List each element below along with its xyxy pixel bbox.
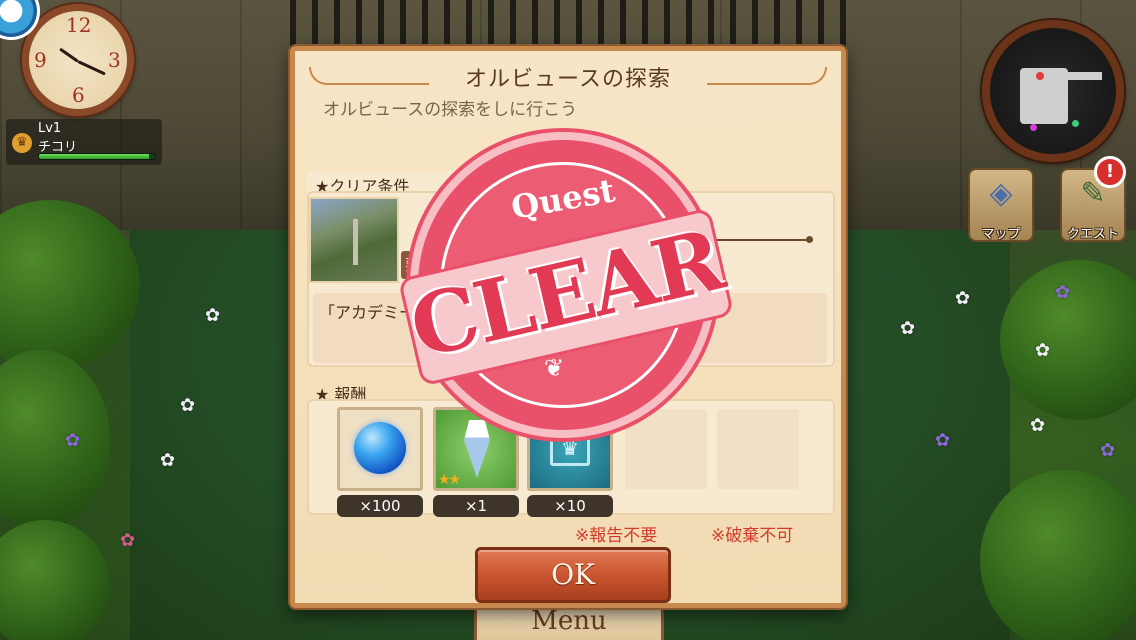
crown-icon: ♛ — [550, 430, 590, 466]
flower-icon: ✿ — [1100, 440, 1116, 461]
stamp-ornament-icon: ❦ — [544, 354, 565, 382]
reward-count: ×100 — [337, 495, 423, 517]
bush — [0, 520, 110, 640]
reward-slot-blue-orb[interactable] — [337, 407, 423, 491]
minimap-marker — [1030, 124, 1037, 131]
flower-icon: ✿ — [180, 395, 196, 416]
minimap-room — [1020, 68, 1068, 124]
condition-description: 「アカデミー — [319, 303, 416, 322]
quest-subtitle: オルビュースの探索をしに行こう — [323, 100, 578, 120]
player-level: Lv1 — [38, 121, 62, 136]
flower-icon: ✿ — [160, 450, 176, 471]
flower-icon: ✿ — [935, 430, 951, 451]
reward-count: ×10 — [527, 495, 613, 517]
quest-button-label: クエスト — [1066, 227, 1119, 242]
clock-widget: 12 3 6 9 — [22, 4, 134, 116]
tower-silhouette — [353, 219, 358, 265]
no-discard-note: ※破棄不可 — [711, 526, 794, 546]
minimap-marker — [1072, 120, 1079, 127]
flower-icon: ✿ — [65, 430, 81, 451]
crown-icon: ♛ — [12, 133, 32, 153]
player-hp-bar — [38, 153, 156, 160]
clock-number: 12 — [66, 13, 92, 37]
map-button[interactable]: ◈ マップ — [968, 168, 1034, 242]
no-report-note: ※報告不要 — [575, 526, 658, 546]
clock-minute-hand — [77, 60, 106, 76]
flower-icon: ✿ — [205, 305, 221, 326]
blue-orb-icon — [354, 422, 406, 474]
location-thumbnail — [309, 197, 399, 283]
clock-number: 3 — [108, 48, 121, 72]
flower-icon: ✿ — [1055, 282, 1071, 303]
flower-icon: ✿ — [1035, 340, 1051, 361]
flower-icon: ✿ — [955, 288, 971, 309]
map-button-label: マップ — [981, 227, 1021, 242]
reward-slot-empty — [717, 409, 799, 489]
flower-icon: ✿ — [120, 530, 136, 551]
player-hp-fill — [39, 154, 150, 159]
minimap-corridor — [1062, 72, 1102, 80]
quest-alert-badge: ! — [1094, 156, 1126, 188]
reward-count: ×1 — [433, 495, 519, 517]
bush — [0, 350, 110, 530]
clock-hour-hand — [59, 47, 79, 63]
rarity-stars: ★★ — [438, 472, 461, 488]
minimap-player-marker — [1036, 72, 1044, 80]
ok-button[interactable]: OK — [475, 547, 671, 603]
flower-icon: ✿ — [1030, 415, 1046, 436]
map-icon: ◈ — [989, 176, 1013, 211]
clock-number: 6 — [72, 83, 85, 107]
flower-icon: ✿ — [900, 318, 916, 339]
quest-clear-stamp: Quest CLEAR ❦ — [397, 140, 735, 430]
minimap[interactable] — [982, 20, 1124, 162]
quest-title: オルビュースの探索 — [465, 67, 671, 92]
clock-number: 9 — [34, 48, 47, 72]
player-status-panel[interactable]: ♛ Lv1 チコリ — [6, 119, 162, 165]
